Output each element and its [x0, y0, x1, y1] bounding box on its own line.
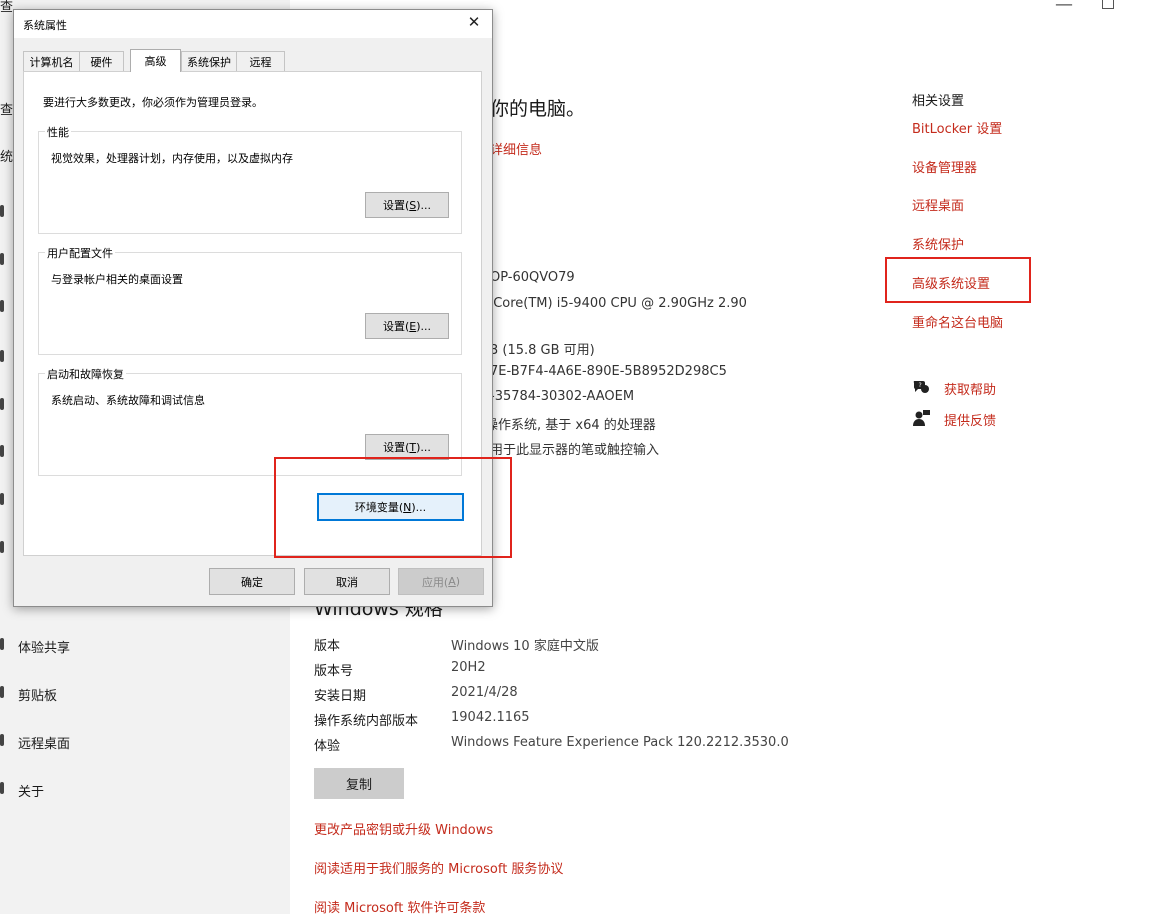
chat-help-icon: ? [913, 381, 929, 393]
svg-text:?: ? [919, 382, 922, 389]
sidebar-icon [0, 205, 4, 217]
admin-note: 要进行大多数更改，你必须作为管理员登录。 [43, 96, 263, 109]
spec-label: 版本 [314, 639, 341, 654]
user-profiles-label: 用户配置文件 [45, 245, 115, 261]
advanced-system-settings-link[interactable]: 高级系统设置 [912, 273, 990, 292]
maximize-icon[interactable] [1102, 0, 1114, 9]
license-terms-link[interactable]: 阅读 Microsoft 软件许可条款 [314, 897, 485, 916]
user-profiles-desc: 与登录帐户相关的桌面设置 [51, 273, 183, 286]
ram-value: 3 (15.8 GB 可用) [490, 343, 595, 358]
sidebar-icon [0, 445, 4, 457]
startup-settings-button[interactable]: 设置(T)... [365, 434, 449, 460]
environment-variables-button[interactable]: 环境变量(N)... [317, 493, 464, 521]
button-text-tail: )... [416, 319, 432, 333]
pen-touch-value: 用于此显示器的笔或触控输入 [490, 443, 660, 458]
ok-button[interactable]: 确定 [209, 568, 295, 595]
cancel-button[interactable]: 取消 [304, 568, 390, 595]
apply-button[interactable]: 应用(A) [398, 568, 484, 595]
services-agreement-link[interactable]: 阅读适用于我们服务的 Microsoft 服务协议 [314, 858, 563, 877]
get-help-label: 获取帮助 [944, 383, 997, 398]
tab-system-protection[interactable]: 系统保护 [181, 51, 237, 71]
tab-advanced[interactable]: 高级 [130, 49, 181, 72]
performance-group: 性能 视觉效果，处理器计划，内存使用，以及虚拟内存 设置(S)... [38, 124, 462, 234]
sidebar-icon [0, 782, 4, 794]
button-accel-key: T [409, 440, 417, 454]
startup-recovery-label: 启动和故障恢复 [45, 366, 126, 382]
spec-value: 19042.1165 [451, 710, 530, 725]
dialog-title: 系统属性 [23, 19, 67, 32]
button-text: 设置( [383, 441, 410, 454]
button-text: 环境变量( [354, 501, 404, 514]
tab-hardware[interactable]: 硬件 [79, 51, 124, 71]
button-text-tail: ) [455, 575, 461, 588]
advanced-tab-panel: 要进行大多数更改，你必须作为管理员登录。 性能 视觉效果，处理器计划，内存使用，… [23, 71, 482, 556]
spec-value: Windows Feature Experience Pack 120.2212… [451, 735, 789, 750]
sidebar-icon [0, 350, 4, 362]
performance-desc: 视觉效果，处理器计划，内存使用，以及虚拟内存 [51, 152, 293, 165]
spec-label: 版本号 [314, 664, 354, 679]
button-accel-key: A [448, 575, 456, 588]
button-text: 应用( [421, 575, 449, 589]
related-settings-heading: 相关设置 [912, 94, 965, 109]
device-name-value: OP-60QVO79 [490, 270, 575, 285]
sidebar-icon [0, 300, 4, 312]
sidebar-fragment: 查 [0, 0, 14, 15]
close-icon[interactable]: ✕ [464, 13, 484, 31]
sidebar-item-shared-experiences[interactable]: 体验共享 [18, 637, 70, 656]
sidebar-icon [0, 541, 4, 553]
sidebar-fragment: 查 [0, 103, 14, 118]
sidebar-icon [0, 686, 4, 698]
sidebar-item-clipboard[interactable]: 剪贴板 [18, 685, 57, 704]
sidebar-icon [0, 253, 4, 265]
button-text: 设置( [382, 199, 410, 212]
spec-label: 体验 [314, 739, 341, 754]
sidebar-item-remote-desktop[interactable]: 远程桌面 [18, 733, 70, 752]
button-text: 设置( [382, 320, 410, 333]
system-properties-dialog: 系统属性 ✕ 计算机名 硬件 高级 系统保护 远程 要进行大多数更改，你必须作为… [13, 9, 493, 607]
button-text-tail: )... [416, 440, 431, 454]
sidebar-icon [0, 734, 4, 746]
page-title-fragment: 你的电脑。 [490, 98, 586, 120]
performance-settings-button[interactable]: 设置(S)... [365, 192, 449, 218]
bitlocker-settings-link[interactable]: BitLocker 设置 [912, 118, 1002, 137]
system-protection-link[interactable]: 系统保护 [912, 234, 964, 253]
dialog-titlebar[interactable]: 系统属性 ✕ [14, 10, 492, 38]
button-accel-key: S [409, 198, 417, 212]
processor-value: ) Core(TM) i5-9400 CPU @ 2.90GHz 2.90 [484, 296, 747, 311]
sidebar-icon [0, 638, 4, 650]
system-type-value: 操作系统, 基于 x64 的处理器 [485, 418, 656, 433]
minimize-icon[interactable]: — [1055, 0, 1073, 15]
startup-recovery-desc: 系统启动、系统故障和调试信息 [51, 394, 205, 407]
startup-recovery-group: 启动和故障恢复 系统启动、系统故障和调试信息 设置(T)... [38, 366, 462, 476]
spec-label: 操作系统内部版本 [314, 714, 419, 729]
tab-computer-name[interactable]: 计算机名 [23, 51, 80, 71]
sidebar-icon [0, 398, 4, 410]
spec-value: Windows 10 家庭中文版 [451, 639, 599, 654]
copy-button[interactable]: 复制 [314, 768, 404, 799]
spec-value: 2021/4/28 [451, 685, 518, 700]
button-text-tail: )... [416, 198, 432, 212]
spec-label: 安装日期 [314, 689, 367, 704]
change-product-key-link[interactable]: 更改产品密钥或升级 Windows [314, 819, 493, 838]
sidebar-fragment: 统 [0, 150, 14, 165]
details-link[interactable]: 详细信息 [490, 139, 542, 158]
tab-remote[interactable]: 远程 [236, 51, 285, 71]
sidebar-item-about[interactable]: 关于 [18, 781, 44, 800]
give-feedback-label: 提供反馈 [944, 414, 997, 429]
user-profiles-group: 用户配置文件 与登录帐户相关的桌面设置 设置(E)... [38, 245, 462, 355]
button-accel-key: N [403, 500, 412, 514]
user-profiles-settings-button[interactable]: 设置(E)... [365, 313, 449, 339]
product-id-value: -35784-30302-AAOEM [490, 389, 635, 404]
button-text-tail: )... [411, 500, 427, 514]
button-accel-key: E [409, 319, 417, 333]
remote-desktop-link[interactable]: 远程桌面 [912, 195, 964, 214]
rename-pc-link[interactable]: 重命名这台电脑 [912, 312, 1003, 331]
spec-value: 20H2 [451, 660, 486, 675]
performance-label: 性能 [45, 124, 71, 140]
sidebar-icon [0, 493, 4, 505]
device-id-value: 7E-B7F4-4A6E-890E-5B8952D298C5 [490, 364, 727, 379]
device-manager-link[interactable]: 设备管理器 [912, 157, 977, 176]
feedback-icon [913, 410, 930, 426]
